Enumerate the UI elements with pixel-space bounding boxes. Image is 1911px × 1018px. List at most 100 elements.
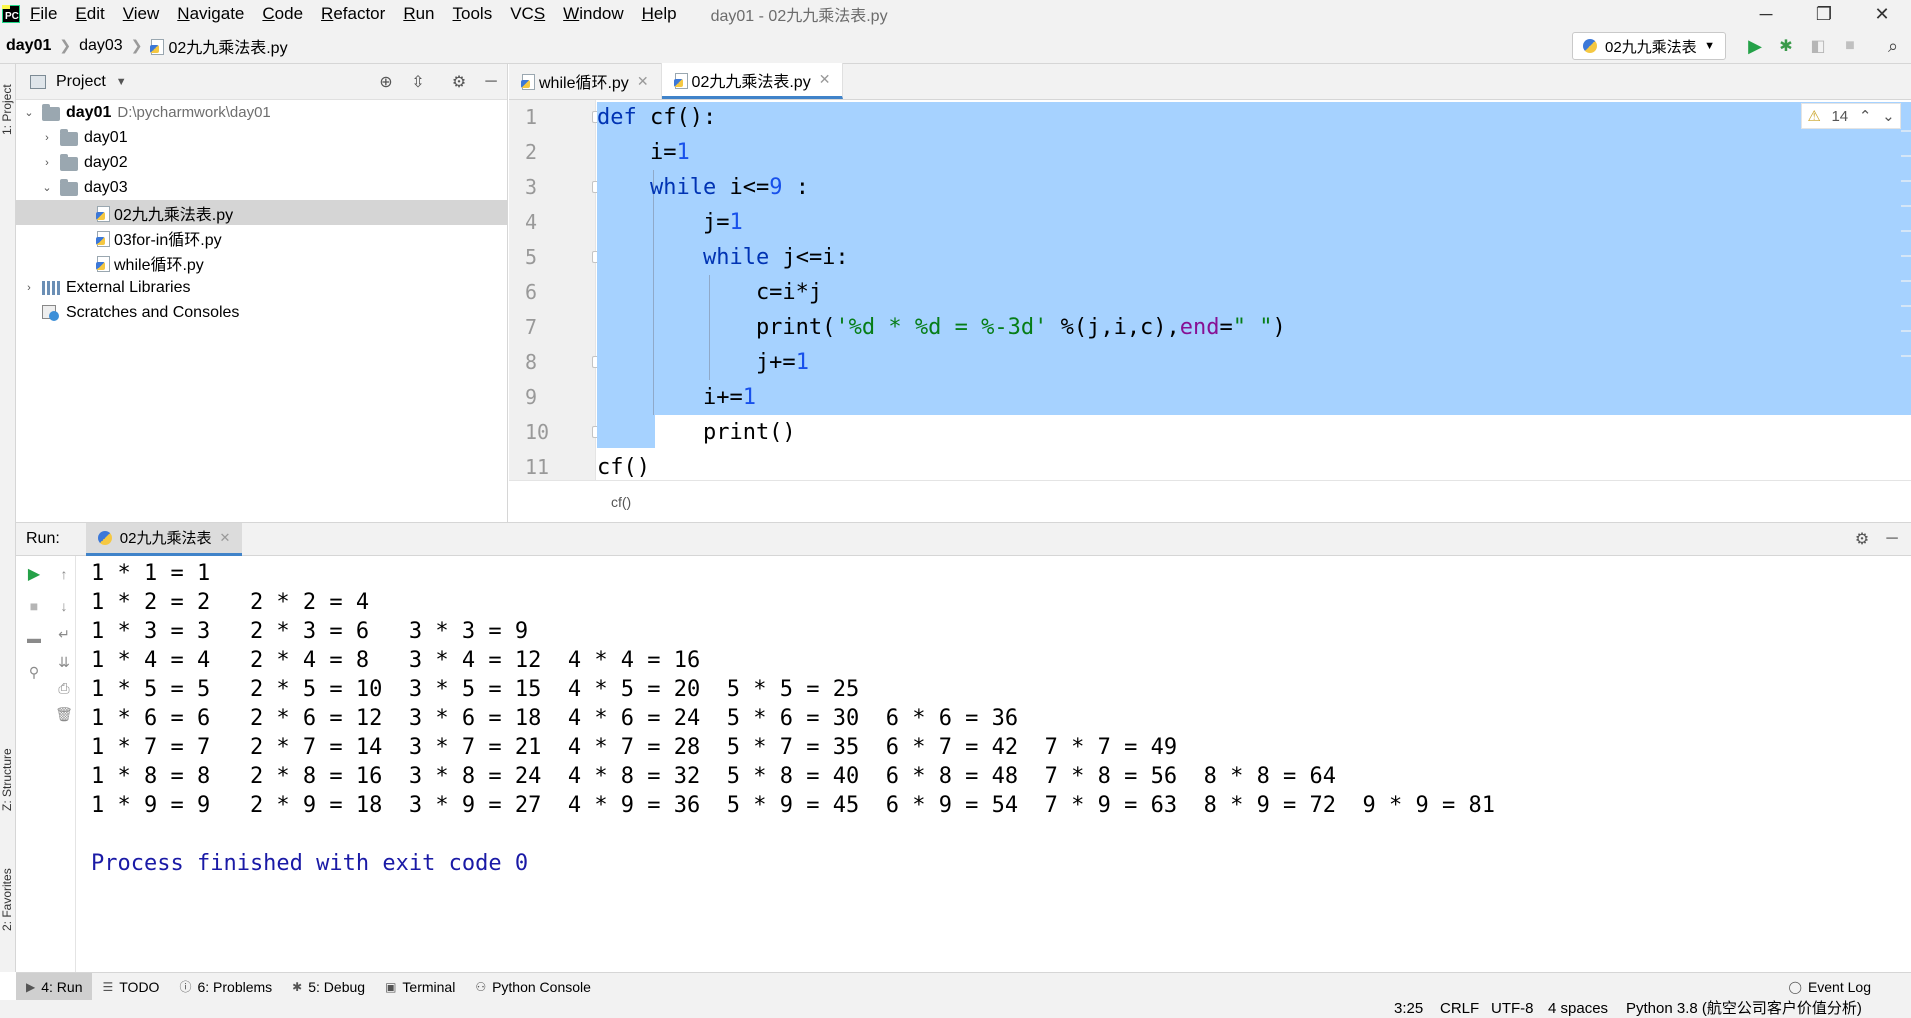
chevron-down-icon[interactable]: ⌄ xyxy=(40,181,54,194)
stop-icon[interactable]: ■ xyxy=(1838,34,1862,58)
breadcrumb-project[interactable]: day01 xyxy=(6,37,51,55)
breadcrumb-file-label: 02九九乘法表.py xyxy=(168,39,288,57)
close-icon[interactable]: ✕ xyxy=(819,71,831,88)
menu-file[interactable]: File xyxy=(30,4,57,24)
menu-navigate[interactable]: Navigate xyxy=(177,4,244,24)
bottom-tool-bar: ▶ 4: Run ☰ TODO ⓘ 6: Problems ✱ 5: Debug… xyxy=(16,972,1911,1001)
code-breadcrumb[interactable]: cf() xyxy=(509,480,1911,522)
indent-setting[interactable]: 4 spaces xyxy=(1548,1000,1608,1018)
run-config-selector[interactable]: 02九九乘法表 ▼ xyxy=(1572,32,1726,60)
menu-edit[interactable]: Edit xyxy=(75,4,104,24)
trash-icon[interactable]: 🗑 xyxy=(52,702,76,726)
menu-view[interactable]: View xyxy=(123,4,160,24)
inspection-widget[interactable]: ⚠ 14 ⌃ ⌄ xyxy=(1801,103,1901,129)
close-icon[interactable]: ✕ xyxy=(637,73,649,90)
python-icon xyxy=(97,530,112,545)
tree-item-label: while循环.py xyxy=(114,256,204,274)
chevron-right-icon[interactable]: › xyxy=(22,282,36,294)
python-console-icon: ⚇ xyxy=(475,979,487,994)
soft-wrap-icon[interactable]: ↵ xyxy=(52,622,76,646)
editor-scrollbar-marks[interactable] xyxy=(1901,130,1911,380)
breadcrumb-file[interactable]: 02九九乘法表.py xyxy=(150,34,288,58)
minimize-button[interactable]: ─ xyxy=(1737,0,1795,28)
caret-position[interactable]: 3:25 xyxy=(1394,1000,1423,1018)
tree-item-day01-root[interactable]: ⌄ day01 D:\pycharmwork\day01 xyxy=(16,100,507,125)
stop-icon[interactable]: ■ xyxy=(22,594,46,618)
tree-item-file-for-in[interactable]: 03for-in循环.py xyxy=(16,225,507,250)
menu-code[interactable]: Code xyxy=(262,4,303,24)
gear-icon[interactable]: ⚙ xyxy=(447,70,471,94)
python-console-tool-button[interactable]: ⚇ Python Console xyxy=(465,973,601,1001)
tree-item-external-libraries[interactable]: › External Libraries xyxy=(16,275,507,300)
menu-run[interactable]: Run xyxy=(403,4,434,24)
locate-target-icon[interactable]: ⊕ xyxy=(374,70,398,94)
structure-tool-tab[interactable]: Z: Structure xyxy=(0,734,16,826)
navigation-bar: day01 ❯ day03 ❯ 02九九乘法表.py 02九九乘法表 ▼ ▶ ✱… xyxy=(0,28,1911,64)
breadcrumb-folder[interactable]: day03 xyxy=(79,37,123,55)
event-log-label: Event Log xyxy=(1807,978,1871,995)
chevron-down-icon[interactable]: ⌄ xyxy=(1882,107,1895,125)
gear-icon[interactable]: ⚙ xyxy=(1850,527,1874,551)
tab-while-loop[interactable]: while循环.py ✕ xyxy=(509,63,662,99)
layout-icon[interactable]: ▬ xyxy=(22,626,46,650)
project-tool-tab[interactable]: 1: Project xyxy=(0,70,16,150)
hide-panel-icon[interactable]: ─ xyxy=(1880,527,1904,551)
run-button[interactable]: ▶ xyxy=(1743,34,1767,58)
tree-item-file-multiplication-table[interactable]: 02九九乘法表.py xyxy=(16,200,507,225)
tab-multiplication-table[interactable]: 02九九乘法表.py ✕ xyxy=(661,63,844,99)
code-text[interactable]: def cf(): i=1 while i<=9 : j=1 while j<=… xyxy=(597,100,1911,480)
run-tool-button[interactable]: ▶ 4: Run xyxy=(16,972,93,1001)
chevron-right-icon[interactable]: › xyxy=(40,132,54,144)
tree-item-file-while[interactable]: while循环.py xyxy=(16,250,507,275)
debug-bug-icon[interactable]: ✱ xyxy=(1774,34,1798,58)
event-log-button[interactable]: ◯ Event Log xyxy=(1779,973,1882,1001)
tree-item-day02[interactable]: › day02 xyxy=(16,150,507,175)
menu-help[interactable]: Help xyxy=(642,4,677,24)
scroll-to-end-icon[interactable]: ⇊ xyxy=(52,650,76,674)
coverage-icon[interactable]: ◧ xyxy=(1806,34,1830,58)
caret-down-icon[interactable]: ▼ xyxy=(116,76,127,88)
search-icon[interactable]: ⌕ xyxy=(1881,34,1905,58)
chevron-right-icon[interactable]: › xyxy=(40,157,54,169)
todo-tool-button[interactable]: ☰ TODO xyxy=(92,973,169,1001)
chevron-up-icon[interactable]: ⌃ xyxy=(1859,107,1872,125)
favorites-tool-tab[interactable]: 2: Favorites xyxy=(0,854,16,946)
pin-icon[interactable]: ⚲ xyxy=(22,660,46,684)
tab-label: 02九九乘法表.py xyxy=(691,73,811,91)
project-title[interactable]: Project xyxy=(56,73,106,91)
chevron-down-icon[interactable]: ⌄ xyxy=(22,106,36,119)
code-line: while j<=i: xyxy=(702,245,849,270)
code-area[interactable]: 1 2 3 4 5 6 7 8 9 10 11 def cf(): i=1 wh… xyxy=(509,100,1911,480)
arrow-down-icon[interactable]: ↓ xyxy=(52,594,76,618)
restore-button[interactable]: ❐ xyxy=(1795,0,1853,28)
menu-tools[interactable]: Tools xyxy=(453,4,493,24)
code-breadcrumb-label[interactable]: cf() xyxy=(611,494,631,510)
hide-panel-icon[interactable]: ─ xyxy=(479,70,503,94)
folder-icon xyxy=(60,178,78,196)
menu-refactor[interactable]: Refactor xyxy=(321,4,385,24)
close-window-button[interactable]: ✕ xyxy=(1853,0,1911,28)
code-line: j=1 xyxy=(597,210,743,235)
arrow-up-icon[interactable]: ↑ xyxy=(52,562,76,586)
close-icon[interactable]: ✕ xyxy=(219,530,230,546)
line-separator[interactable]: CRLF xyxy=(1440,1000,1479,1018)
code-line: i=1 xyxy=(597,140,690,165)
debug-tool-button[interactable]: ✱ 5: Debug xyxy=(282,973,375,1001)
menu-vcs[interactable]: VCS xyxy=(510,4,545,24)
chevron-right-icon: ❯ xyxy=(130,37,143,53)
run-tab[interactable]: 02九九乘法表 ✕ xyxy=(85,522,243,556)
line-gutter: 1 2 3 4 5 6 7 8 9 10 11 xyxy=(509,100,623,480)
tree-item-day03[interactable]: ⌄ day03 xyxy=(16,175,507,200)
python-interpreter[interactable]: Python 3.8 (航空公司客户价值分析) xyxy=(1626,1000,1862,1018)
tree-item-day01[interactable]: › day01 xyxy=(16,125,507,150)
collapse-all-icon[interactable]: ⇳ xyxy=(406,70,430,94)
run-label: Run: xyxy=(26,530,60,547)
terminal-tool-button[interactable]: ▣ Terminal xyxy=(375,973,465,1001)
rerun-icon[interactable]: ▶ xyxy=(22,562,46,586)
tree-item-scratches[interactable]: Scratches and Consoles xyxy=(16,300,507,325)
print-icon[interactable]: ⎙ xyxy=(52,676,76,700)
console-output[interactable]: 1 * 1 = 1 1 * 2 = 2 2 * 2 = 4 1 * 3 = 3 … xyxy=(76,556,1911,973)
file-encoding[interactable]: UTF-8 xyxy=(1491,1000,1534,1018)
problems-tool-button[interactable]: ⓘ 6: Problems xyxy=(169,973,282,1001)
menu-window[interactable]: Window xyxy=(563,4,623,24)
